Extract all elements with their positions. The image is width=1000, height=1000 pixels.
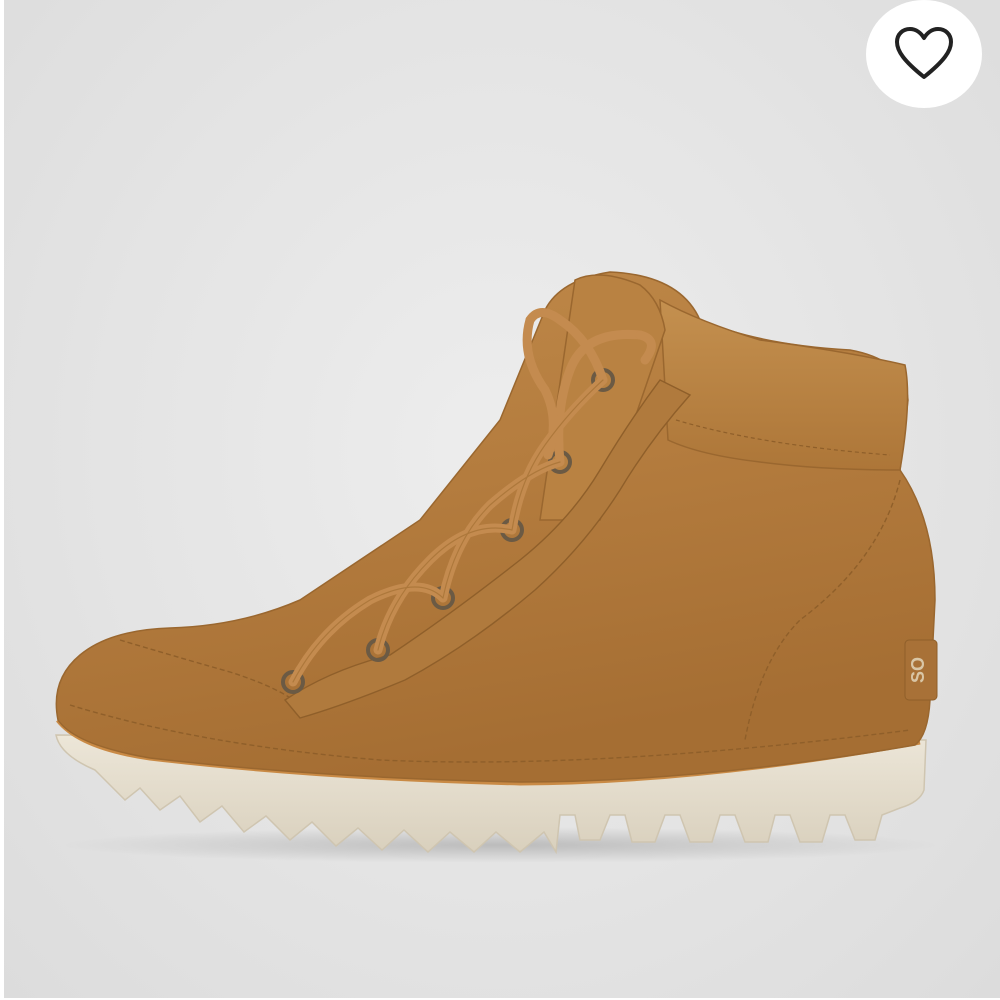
boot-collar bbox=[659, 298, 909, 471]
product-image-viewer: SO bbox=[0, 0, 1000, 1000]
favorite-button[interactable] bbox=[866, 0, 982, 108]
heel-tab-text: SO bbox=[908, 657, 928, 683]
product-image: SO bbox=[55, 271, 940, 863]
image-left-edge bbox=[0, 0, 4, 1000]
heart-outline-icon bbox=[895, 27, 953, 79]
